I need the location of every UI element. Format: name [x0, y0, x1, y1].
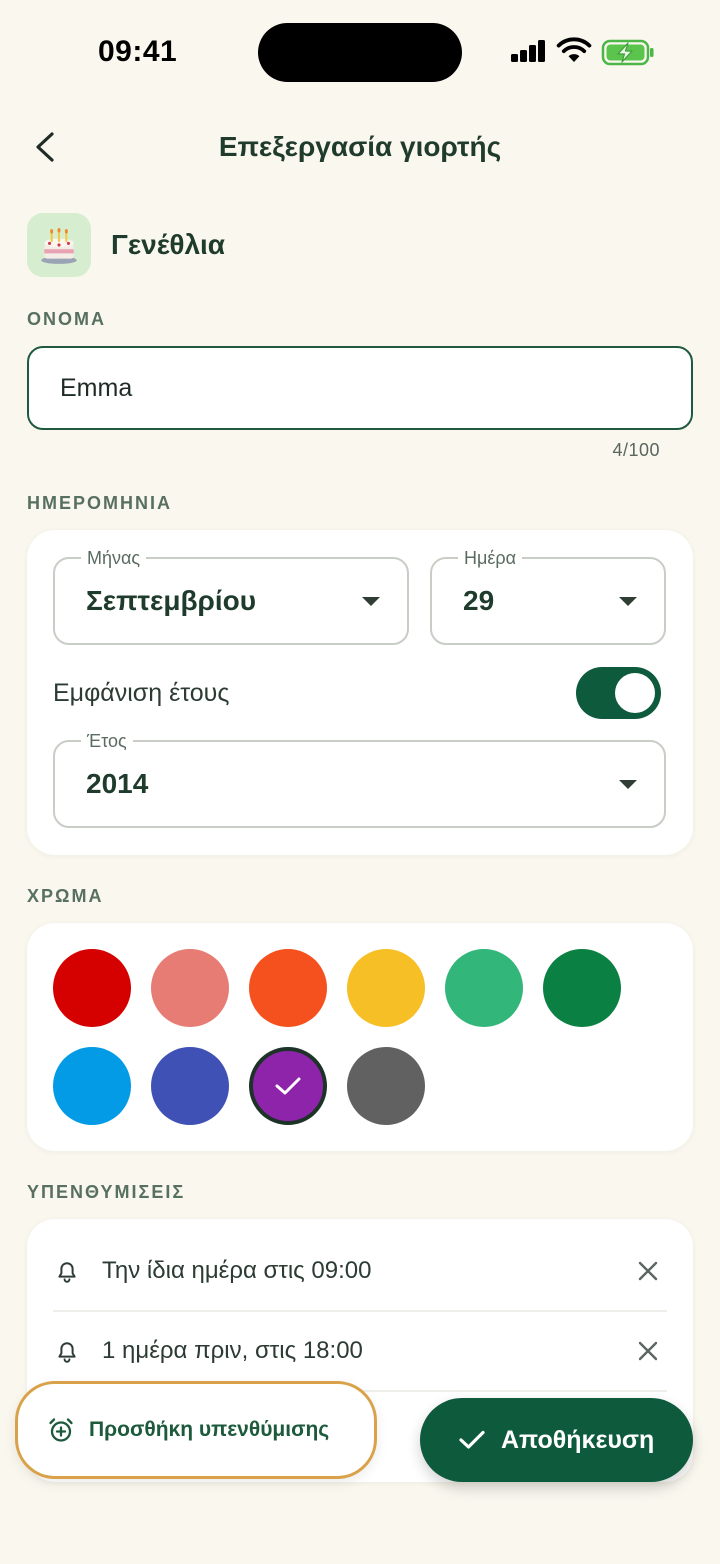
color-swatch[interactable]	[151, 949, 229, 1027]
close-icon	[638, 1261, 658, 1281]
caret-down-icon	[362, 597, 380, 606]
color-swatch-selected[interactable]	[249, 1047, 327, 1125]
save-button[interactable]: Αποθήκευση	[420, 1398, 693, 1482]
page-title: Επεξεργασία γιορτής	[218, 131, 502, 162]
date-section-label: ΗΜΕΡΟΜΗΝΙΑ	[27, 493, 172, 513]
day-dropdown[interactable]: Ημέρα 29	[430, 547, 666, 645]
remove-reminder-button[interactable]	[633, 1256, 663, 1286]
month-dropdown[interactable]: Μήνας Σεπτεμβρίου	[53, 547, 409, 645]
check-icon	[275, 1077, 301, 1095]
birthday-cake-icon	[41, 227, 77, 264]
color-swatch[interactable]	[347, 1047, 425, 1125]
add-reminder-label: Προσθήκη υπενθύμισης	[89, 1418, 330, 1441]
character-counter: 4/100	[612, 440, 660, 460]
color-swatch[interactable]	[543, 949, 621, 1027]
toggle-knob	[615, 673, 655, 713]
bell-icon	[58, 1262, 76, 1283]
name-input[interactable]	[27, 346, 693, 430]
caret-down-icon	[619, 597, 637, 606]
check-icon	[459, 1430, 485, 1449]
color-swatch[interactable]	[53, 949, 131, 1027]
dynamic-island	[258, 23, 462, 82]
caret-down-icon	[619, 780, 637, 789]
color-swatch-grid	[53, 949, 667, 1125]
year-dropdown[interactable]: Έτος 2014	[53, 730, 666, 828]
add-reminder-button[interactable]: Προσθήκη υπενθύμισης	[15, 1381, 377, 1479]
color-swatch[interactable]	[249, 949, 327, 1027]
show-year-label: Εμφάνιση έτους	[53, 679, 230, 707]
remove-reminder-button[interactable]	[633, 1336, 663, 1366]
color-swatch[interactable]	[347, 949, 425, 1027]
wifi-icon	[556, 37, 592, 62]
month-value: Σεπτεμβρίου	[86, 585, 257, 616]
category-icon-box[interactable]	[27, 213, 91, 277]
reminder-item[interactable]: Την ίδια ημέρα στις 09:00	[53, 1232, 667, 1312]
date-card: Μήνας Σεπτεμβρίου Ημέρα 29 Εμφάνιση έτου…	[27, 530, 693, 855]
show-year-toggle[interactable]	[576, 667, 661, 719]
year-value: 2014	[86, 768, 149, 799]
reminder-item[interactable]: 1 ημέρα πριν, στις 18:00	[53, 1312, 667, 1392]
reminder-text: 1 ημέρα πριν, στις 18:00	[102, 1337, 363, 1364]
reminders-section-label: ΥΠΕΝΘΥΜΙΣΕΙΣ	[27, 1182, 186, 1202]
color-card	[27, 923, 693, 1151]
signal-icon	[511, 40, 545, 62]
save-label: Αποθήκευση	[501, 1426, 655, 1454]
status-time: 09:41	[98, 35, 178, 68]
reminder-text: Την ίδια ημέρα στις 09:00	[102, 1257, 372, 1284]
category-label: Γενέθλια	[111, 229, 226, 260]
color-swatch[interactable]	[445, 949, 523, 1027]
day-value: 29	[463, 585, 495, 616]
battery-charging-icon	[601, 39, 654, 66]
alarm-add-icon	[49, 1418, 73, 1442]
close-icon	[638, 1341, 658, 1361]
color-section-label: ΧΡΩΜΑ	[27, 886, 104, 906]
color-swatch[interactable]	[53, 1047, 131, 1125]
name-section-label: ΟΝΟΜΑ	[27, 309, 106, 329]
bell-icon	[58, 1342, 76, 1363]
color-swatch[interactable]	[151, 1047, 229, 1125]
